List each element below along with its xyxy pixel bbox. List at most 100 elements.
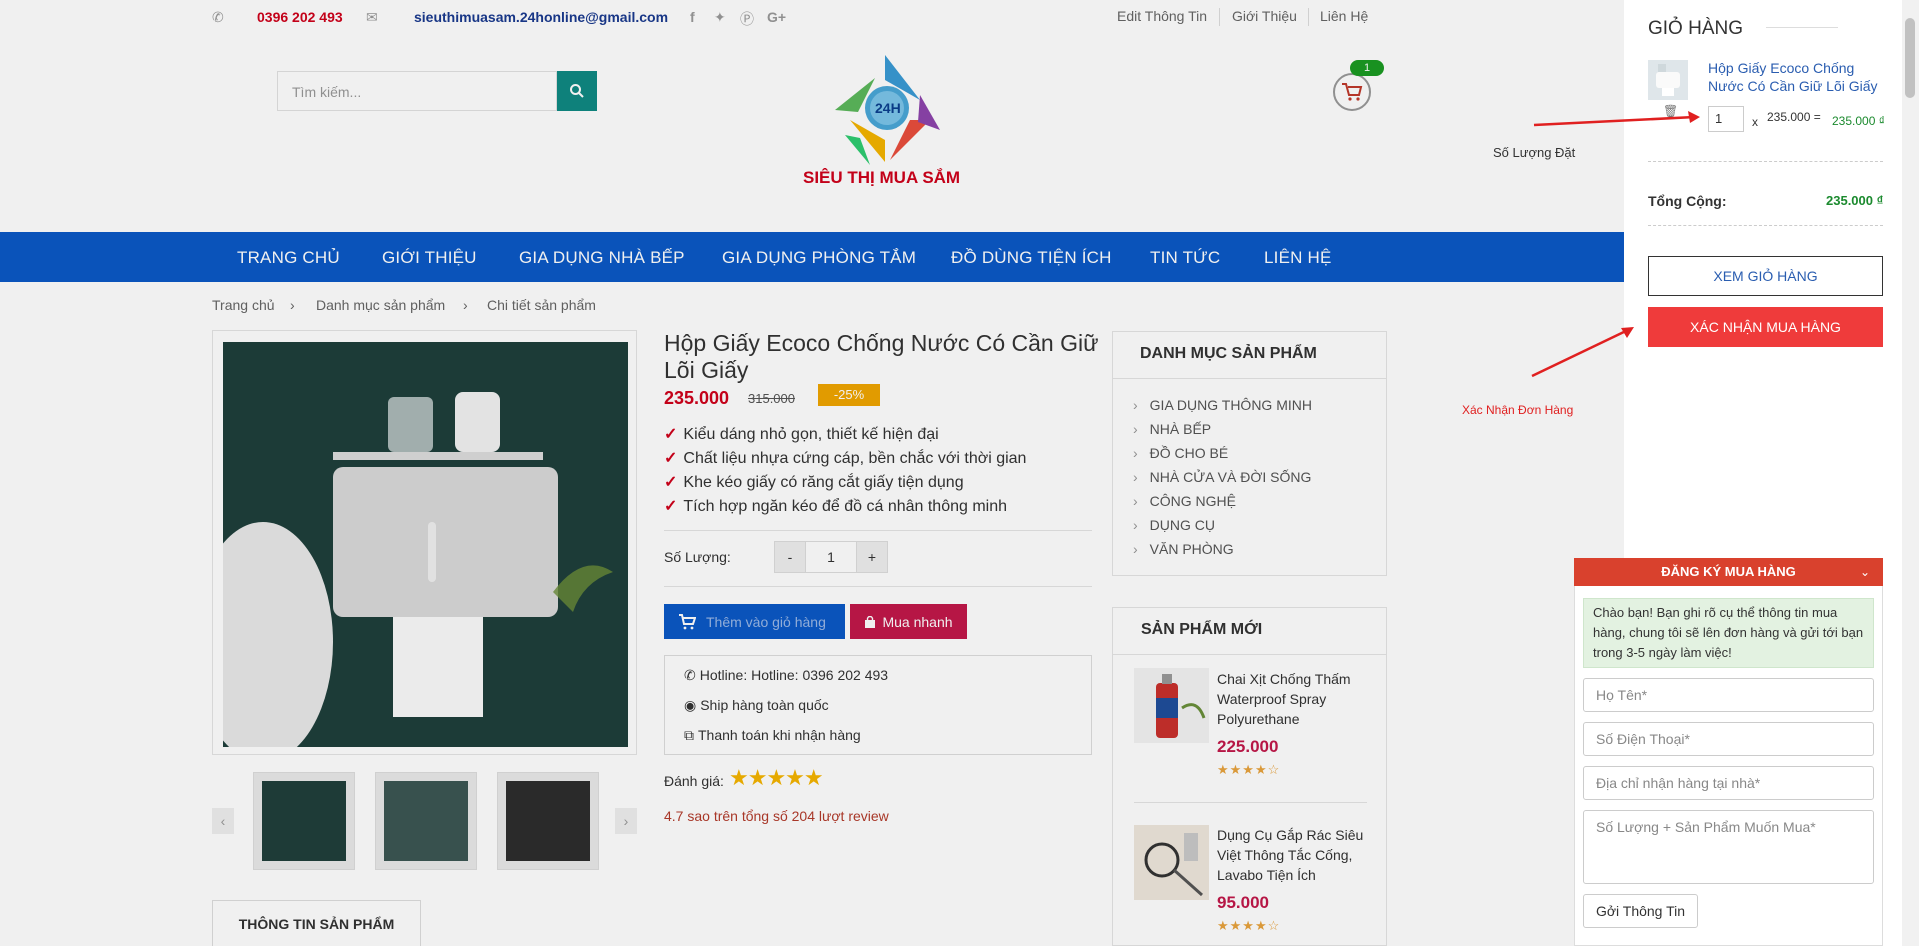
cart-item-line-total: 235.000 ₫	[1832, 114, 1885, 128]
payment-text: Thanh toán khi nhận hàng	[698, 727, 861, 743]
annotation-confirm-note: Xác Nhận Đơn Hàng	[1462, 403, 1574, 417]
breadcrumb-separator: ›	[463, 297, 468, 313]
breadcrumb-separator: ›	[290, 297, 295, 313]
category-item[interactable]: › NHÀ BẾP	[1133, 421, 1211, 437]
cart-item-thumbnail[interactable]	[1648, 60, 1688, 100]
new-product-name[interactable]: Chai Xịt Chống Thấm Waterproof Spray Pol…	[1217, 669, 1367, 729]
name-field[interactable]: Họ Tên*	[1583, 678, 1874, 712]
tab-product-info[interactable]: THÔNG TIN SẢN PHẨM	[212, 900, 421, 946]
confirm-order-button[interactable]: XÁC NHẬN MUA HÀNG	[1648, 307, 1883, 347]
facebook-icon[interactable]: f	[690, 9, 695, 25]
pinterest-icon[interactable]: Ⓟ	[740, 9, 754, 29]
category-label: CÔNG NGHỆ	[1149, 493, 1237, 509]
submit-info-button[interactable]: Gởi Thông Tin	[1583, 894, 1698, 928]
feature-text: Tích hợp ngăn kéo để đồ cá nhân thông mi…	[683, 498, 1008, 515]
scrollbar-thumb[interactable]	[1905, 18, 1915, 98]
nav-item-kitchen[interactable]: GIA DỤNG NHÀ BẾP	[519, 248, 685, 268]
thumbnail-3[interactable]	[497, 772, 599, 870]
chevron-right-icon: ›	[1133, 541, 1138, 557]
add-to-cart-button[interactable]: Thêm vào giỏ hàng	[664, 604, 845, 639]
category-label: VĂN PHÒNG	[1149, 541, 1234, 557]
nav-item-bathroom[interactable]: GIA DỤNG PHÒNG TẮM	[722, 248, 916, 268]
category-item[interactable]: › GIA DỤNG THÔNG MINH	[1133, 397, 1312, 413]
chevron-right-icon: ›	[1133, 397, 1138, 413]
product-main-image[interactable]	[223, 342, 628, 747]
bag-icon	[865, 615, 876, 628]
phone-field[interactable]: Số Điện Thoại*	[1583, 722, 1874, 756]
order-form-message: Chào bạn! Bạn ghi rõ cụ thể thông tin mu…	[1583, 598, 1874, 668]
buy-now-button[interactable]: Mua nhanh	[850, 604, 967, 639]
feature-item: ✓ Kiểu dáng nhỏ gọn, thiết kế hiện đại	[664, 424, 939, 444]
quantity-plus-button[interactable]: +	[856, 541, 888, 573]
feature-item: ✓ Chất liệu nhựa cứng cáp, bền chắc với t…	[664, 448, 1026, 468]
new-product-price: 225.000	[1217, 737, 1279, 756]
shipping-text: Ship hàng toàn quốc	[700, 697, 829, 713]
thumbnail-image	[506, 781, 590, 861]
nav-item-contact[interactable]: LIÊN HỆ	[1264, 248, 1332, 268]
chevron-down-icon[interactable]: ⌄	[1860, 558, 1870, 586]
new-products-title: SẢN PHẨM MỚI	[1141, 621, 1263, 638]
search-input[interactable]: Tìm kiếm...	[277, 71, 557, 111]
handshake-icon: ◉	[684, 697, 697, 713]
thumbnail-image	[384, 781, 468, 861]
cart-item-quantity-input[interactable]: 1	[1708, 106, 1744, 132]
category-item[interactable]: › VĂN PHÒNG	[1133, 541, 1234, 557]
quantity-input[interactable]: 1	[806, 541, 856, 573]
category-label: NHÀ CỬA VÀ ĐỜI SỐNG	[1149, 469, 1312, 485]
nav-item-news[interactable]: TIN TỨC	[1150, 248, 1220, 268]
nav-item-home[interactable]: TRANG CHỦ	[237, 248, 340, 268]
cart-item-name[interactable]: Hộp Giấy Ecoco Chống Nước Có Cần Giữ Lõi…	[1708, 59, 1888, 95]
search-button[interactable]	[557, 71, 597, 111]
category-item[interactable]: › ĐỒ CHO BÉ	[1133, 445, 1228, 461]
check-icon: ✓	[664, 474, 678, 491]
new-product-image[interactable]	[1134, 668, 1209, 743]
category-item[interactable]: › NHÀ CỬA VÀ ĐỜI SỐNG	[1133, 469, 1311, 485]
topbar-email[interactable]: sieuthimuasam.24honline@gmail.com	[414, 9, 668, 25]
thumbnail-2[interactable]	[375, 772, 477, 870]
order-details-textarea[interactable]: Số Lượng + Sản Phẩm Muốn Mua*	[1583, 810, 1874, 884]
nav-item-about[interactable]: GIỚI THIỆU	[382, 248, 477, 268]
topbar-phone[interactable]: 0396 202 493	[257, 9, 343, 25]
cart-icon	[1342, 83, 1363, 101]
thumbnail-prev-button[interactable]: ‹	[212, 808, 234, 834]
new-product-image[interactable]	[1134, 825, 1209, 900]
multiply-sign: x	[1752, 115, 1758, 129]
chevron-right-icon: ›	[1133, 445, 1138, 461]
quantity-minus-button[interactable]: -	[774, 541, 806, 573]
divider	[664, 586, 1092, 587]
product-old-price: 315.000	[748, 391, 795, 406]
feature-item: ✓ Khe kéo giấy có răng cắt giấy tiện dụng	[664, 472, 964, 492]
topbar-link-edit[interactable]: Edit Thông Tin	[1117, 8, 1207, 24]
dashed-divider	[1648, 225, 1883, 226]
topbar-link-contact[interactable]: Liên Hệ	[1320, 8, 1368, 24]
nav-item-utility[interactable]: ĐỒ DÙNG TIỆN ÍCH	[951, 248, 1112, 268]
thumbnail-1[interactable]	[253, 772, 355, 870]
shipping-line: ◉ Ship hàng toàn quốc	[684, 697, 829, 714]
address-field[interactable]: Địa chỉ nhận hàng tại nhà*	[1583, 766, 1874, 800]
category-item[interactable]: › CÔNG NGHỆ	[1133, 493, 1236, 509]
header-cart-button[interactable]	[1333, 73, 1371, 111]
category-label: NHÀ BẾP	[1149, 421, 1212, 437]
new-product-rating: ★★★★☆	[1217, 918, 1281, 933]
category-item[interactable]: › DỤNG CỤ	[1133, 517, 1215, 533]
breadcrumb-category[interactable]: Danh mục sản phẩm	[316, 297, 445, 313]
title-underline	[1766, 27, 1838, 28]
divider	[664, 530, 1092, 531]
order-form-header[interactable]: ĐĂNG KÝ MUA HÀNG	[1574, 558, 1883, 586]
topbar-link-about[interactable]: Giới Thiệu	[1232, 8, 1297, 24]
category-title: DANH MỤC SẢN PHẨM	[1140, 345, 1317, 362]
page: ✆ 0396 202 493 ✉ sieuthimuasam.24honline…	[0, 0, 1919, 946]
site-logo[interactable]: 24H SIÊU THỊ MUA SẮM	[800, 50, 970, 190]
divider	[1134, 802, 1367, 803]
twitter-icon[interactable]: ✦	[714, 9, 726, 26]
scrollbar-track[interactable]	[1902, 0, 1919, 946]
breadcrumb-home[interactable]: Trang chủ	[212, 297, 275, 313]
thumbnail-next-button[interactable]: ›	[615, 808, 637, 834]
category-label: ĐỒ CHO BÉ	[1149, 445, 1229, 461]
main-nav: TRANG CHỦ GIỚI THIỆU GIA DỤNG NHÀ BẾP GI…	[0, 232, 1624, 282]
rating-stars[interactable]: ★★★★★	[729, 765, 824, 791]
view-cart-button[interactable]: XEM GIỎ HÀNG	[1648, 256, 1883, 296]
google-plus-icon[interactable]: G+	[767, 9, 786, 25]
new-product-rating: ★★★★☆	[1217, 762, 1281, 777]
new-product-name[interactable]: Dụng Cụ Gắp Rác Siêu Việt Thông Tắc Cống…	[1217, 825, 1367, 885]
